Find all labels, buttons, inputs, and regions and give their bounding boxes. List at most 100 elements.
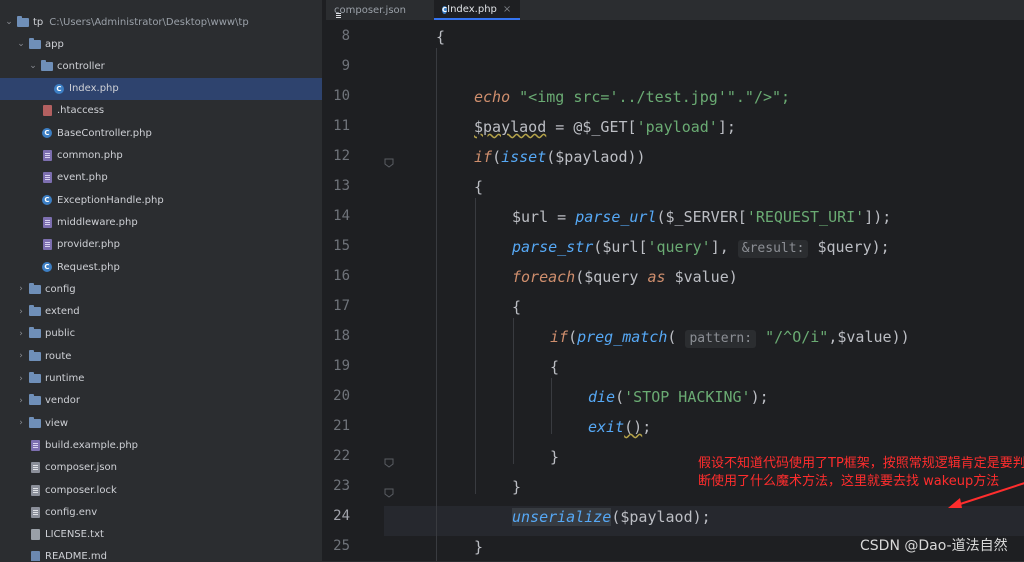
tab-composer-json[interactable]: composer.json — [326, 0, 426, 20]
tree-item[interactable]: › view — [0, 412, 322, 434]
chevron-right-icon[interactable]: › — [16, 396, 26, 406]
tree-item[interactable]: provider.php — [0, 234, 322, 256]
tree-item[interactable]: C BaseController.php — [0, 122, 322, 144]
line-number: 16 — [333, 268, 350, 284]
json-file-icon — [29, 484, 41, 496]
tree-item-label: common.php — [57, 150, 123, 161]
code-line-21: exit(); — [588, 418, 652, 436]
tree-item[interactable]: ⌄ app — [0, 33, 322, 55]
tree-item[interactable]: › route — [0, 345, 322, 367]
folder-icon — [29, 372, 41, 384]
tree-item-label: vendor — [45, 395, 80, 407]
code-line-22: } — [550, 448, 560, 466]
line-number: 21 — [333, 418, 350, 434]
chevron-right-icon[interactable]: › — [16, 374, 26, 384]
folder-icon — [29, 305, 41, 317]
line-number: 17 — [333, 298, 350, 314]
line-number: 22 — [333, 448, 350, 464]
editor-tabs: composer.json C Index.php × — [326, 0, 1024, 21]
tree-item-label: build.example.php — [45, 439, 139, 451]
tree-item-label: extend — [45, 306, 80, 318]
tree-item-label: ExceptionHandle.php — [57, 194, 164, 206]
tree-item[interactable]: common.php — [0, 145, 322, 167]
php-file-icon — [41, 239, 53, 251]
tree-item[interactable]: › extend — [0, 301, 322, 323]
php-class-icon: C — [41, 195, 53, 206]
tree-item[interactable]: config.env — [0, 501, 322, 523]
tree-item[interactable]: C ExceptionHandle.php — [0, 189, 322, 211]
code-line-19: { — [550, 358, 560, 376]
tree-item[interactable]: README.md — [0, 546, 322, 561]
tree-item[interactable]: › vendor — [0, 390, 322, 412]
php-class-icon: C — [41, 128, 53, 139]
tree-item[interactable]: composer.lock — [0, 479, 322, 501]
chevron-right-icon[interactable]: › — [16, 329, 26, 339]
tree-item-label: provider.php — [57, 239, 120, 251]
tree-item-label: Index.php — [69, 83, 119, 95]
text-file-icon — [29, 529, 41, 541]
line-number: 23 — [333, 478, 350, 494]
tree-item[interactable]: .htaccess — [0, 100, 322, 122]
line-number: 25 — [333, 538, 350, 554]
tree-item[interactable]: composer.json — [0, 457, 322, 479]
php-file-icon — [41, 216, 53, 228]
htaccess-file-icon — [41, 105, 53, 117]
tree-item-label: controller — [57, 60, 105, 72]
indent-guide — [551, 378, 552, 434]
line-number: 18 — [333, 328, 350, 344]
chevron-down-icon[interactable]: ⌄ — [28, 61, 38, 71]
tree-root[interactable]: ⌄ tp C:\Users\Administrator\Desktop\www\… — [0, 11, 322, 33]
tab-index-php[interactable]: C Index.php × — [434, 0, 520, 20]
tree-item[interactable]: event.php — [0, 167, 322, 189]
json-file-icon — [29, 462, 41, 474]
tree-item[interactable]: middleware.php — [0, 211, 322, 233]
chevron-right-icon[interactable]: › — [16, 418, 26, 428]
folder-icon — [29, 282, 41, 295]
folder-icon — [29, 394, 41, 406]
tree-item[interactable]: › config — [0, 278, 322, 300]
tree-root-label: tp — [33, 16, 44, 28]
php-class-icon: C — [41, 262, 53, 273]
tree-item[interactable]: build.example.php — [0, 434, 322, 456]
line-number: 15 — [333, 238, 350, 254]
code-line-17: { — [512, 298, 522, 316]
code-line-23: } — [512, 478, 522, 496]
tree-item-label: runtime — [45, 373, 85, 384]
chevron-right-icon[interactable]: › — [16, 284, 26, 294]
tree-item[interactable]: › runtime — [0, 368, 322, 390]
line-number: 20 — [333, 388, 350, 404]
chevron-right-icon[interactable]: › — [16, 351, 26, 361]
tree-item[interactable]: C Index.php — [0, 77, 322, 100]
json-file-icon — [29, 506, 41, 518]
chevron-down-icon[interactable]: ⌄ — [4, 17, 14, 27]
line-number: 19 — [333, 358, 350, 374]
tree-item[interactable]: ⌄ controller — [0, 55, 322, 77]
indent-guide — [475, 198, 476, 494]
code-line-20: die('STOP HACKING'); — [588, 388, 769, 406]
chevron-down-icon[interactable]: ⌄ — [16, 39, 26, 49]
code-line-16: foreach($query as $value) — [512, 268, 738, 286]
folder-icon — [29, 349, 41, 362]
close-icon[interactable]: × — [503, 4, 511, 15]
tree-item-label: middleware.php — [57, 216, 138, 228]
param-hint: &result: — [737, 240, 809, 258]
line-number: 8 — [341, 28, 350, 44]
tree-item-label: Request.php — [57, 261, 120, 273]
code-line-11: $paylaod = @$_GET['payload']; — [474, 118, 736, 136]
code-line-10: echo "<img src='../test.jpg'"."/>"; — [474, 88, 791, 106]
watermark: CSDN @Dao-道法自然 — [860, 538, 1008, 554]
tree-item[interactable]: C Request.php — [0, 256, 322, 278]
tree-item[interactable]: › public — [0, 323, 322, 345]
line-number: 12 — [333, 148, 350, 164]
param-hint: pattern: — [685, 330, 757, 348]
tree-item[interactable]: LICENSE.txt — [0, 524, 322, 546]
line-number: 10 — [333, 88, 350, 104]
chevron-right-icon[interactable]: › — [16, 307, 26, 317]
